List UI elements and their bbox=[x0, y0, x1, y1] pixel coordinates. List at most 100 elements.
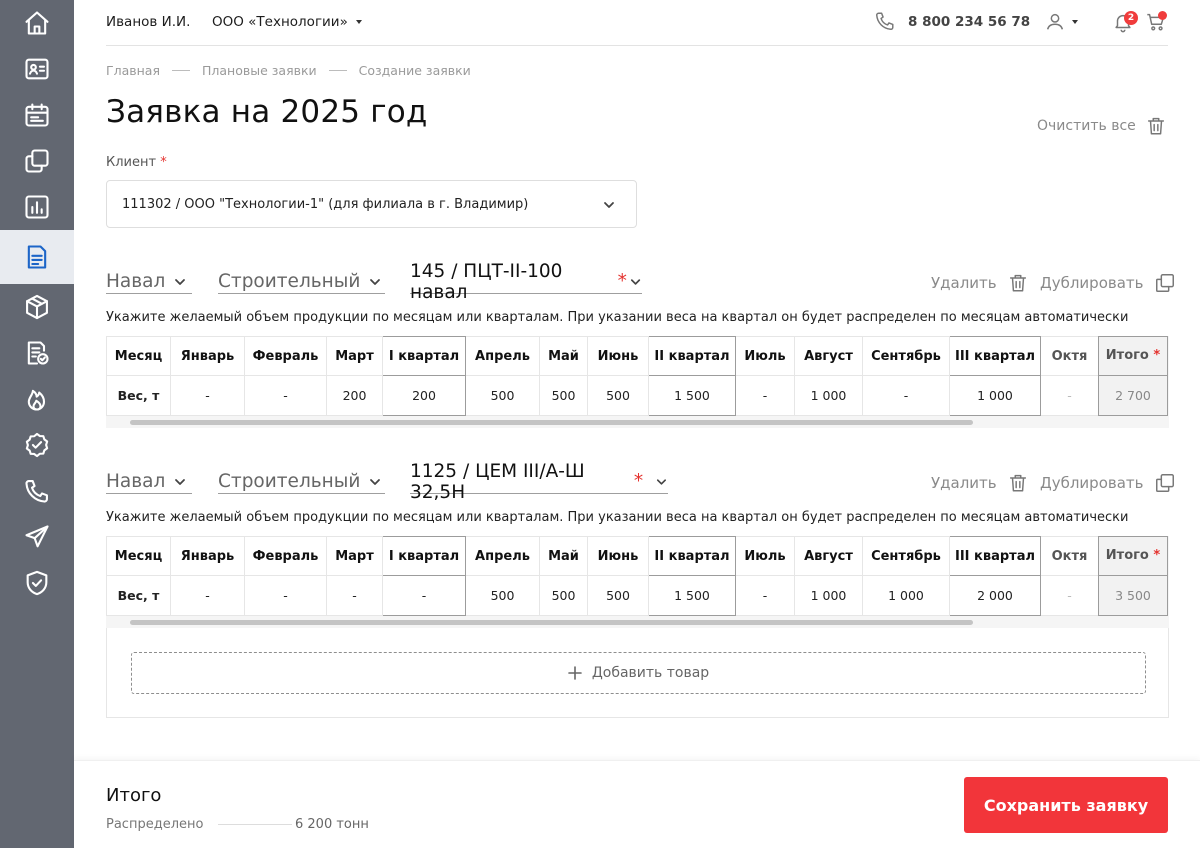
total-column: Итого * 2 700 bbox=[1098, 336, 1168, 416]
duplicate-product-button[interactable]: Дублировать bbox=[1040, 472, 1176, 494]
sidebar-item-home[interactable] bbox=[0, 0, 74, 46]
add-product-label: Добавить товар bbox=[591, 665, 710, 681]
month-value-input[interactable]: - bbox=[326, 575, 383, 616]
summary-footer: Итого Распределено 6 200 тонн Сохранить … bbox=[74, 760, 1200, 848]
sidebar-item-plans[interactable] bbox=[0, 230, 74, 284]
company-selector[interactable]: ООО «Технологии» bbox=[212, 14, 362, 30]
month-value-input[interactable]: - bbox=[170, 375, 245, 416]
home-icon bbox=[25, 11, 49, 35]
sidebar-item-quality[interactable] bbox=[0, 422, 74, 468]
plus-icon bbox=[568, 666, 582, 680]
month-value-input[interactable]: 1 000 bbox=[794, 375, 863, 416]
flame-icon bbox=[27, 389, 46, 411]
badge-check-icon bbox=[25, 432, 49, 458]
cart-indicator bbox=[1158, 11, 1167, 20]
quarter-value-input[interactable]: 1 000 bbox=[949, 375, 1041, 416]
chevron-down-icon bbox=[370, 278, 381, 285]
column-header: Январь bbox=[170, 536, 245, 576]
month-value-input[interactable]: 1 000 bbox=[862, 575, 950, 616]
product-select[interactable]: 145 / ПЦТ-II-100 навал * bbox=[410, 261, 642, 303]
breadcrumb-plans[interactable]: Плановые заявки bbox=[202, 63, 317, 78]
product-select[interactable]: 1125 / ЦЕМ III/А-Ш 32,5Н * bbox=[410, 461, 668, 503]
month-value-input[interactable]: 500 bbox=[465, 575, 540, 616]
duplicate-product-button[interactable]: Дублировать bbox=[1040, 272, 1176, 294]
column-header: III квартал bbox=[949, 336, 1041, 376]
category-select[interactable]: Строительный bbox=[218, 270, 385, 294]
clear-all-label: Очистить все bbox=[1037, 118, 1136, 134]
caret-down-icon[interactable] bbox=[1072, 20, 1078, 24]
shipment-type-select[interactable]: Навал bbox=[106, 270, 192, 294]
client-label: Клиент * bbox=[106, 155, 167, 170]
sidebar-item-messages[interactable] bbox=[0, 514, 74, 560]
month-value-input[interactable]: - bbox=[735, 575, 795, 616]
required-mark: * bbox=[160, 155, 167, 170]
month-value-input[interactable]: - bbox=[735, 375, 795, 416]
quarter-value-input[interactable]: - bbox=[382, 575, 466, 616]
user-name: Иванов И.И. bbox=[106, 14, 191, 30]
quarter-value-input[interactable]: 2 000 bbox=[949, 575, 1041, 616]
column-header: Март bbox=[326, 536, 383, 576]
quarter-value-input[interactable]: 200 bbox=[382, 375, 466, 416]
column-header: Сентябрь bbox=[862, 536, 950, 576]
distributed-value: 6 200 тонн bbox=[295, 817, 369, 832]
sidebar-item-approvals[interactable] bbox=[0, 330, 74, 376]
breadcrumb-separator bbox=[328, 70, 347, 71]
month-value-input[interactable]: 500 bbox=[587, 575, 649, 616]
column-header: Месяц bbox=[106, 536, 171, 576]
column-header: Апрель bbox=[465, 336, 540, 376]
month-value-input[interactable]: 1 000 bbox=[794, 575, 863, 616]
month-value-input[interactable]: 500 bbox=[539, 575, 588, 616]
calendar-icon bbox=[25, 103, 49, 127]
column-header: Июль bbox=[735, 536, 795, 576]
month-value-input[interactable]: 200 bbox=[326, 375, 383, 416]
column-header: Апрель bbox=[465, 536, 540, 576]
copy-icon bbox=[25, 149, 49, 173]
add-product-button[interactable]: Добавить товар bbox=[131, 652, 1146, 694]
month-value-input[interactable]: 500 bbox=[539, 375, 588, 416]
column-header: Месяц bbox=[106, 336, 171, 376]
breadcrumb-home[interactable]: Главная bbox=[106, 63, 160, 78]
column-header: Февраль bbox=[244, 536, 327, 576]
month-value-input[interactable]: - bbox=[862, 375, 950, 416]
support-phone[interactable]: 8 800 234 56 78 bbox=[908, 14, 1030, 30]
quarter-value-input[interactable]: 1 500 bbox=[648, 375, 736, 416]
sidebar-item-documents[interactable] bbox=[0, 138, 74, 184]
sidebar-item-hot[interactable] bbox=[0, 376, 74, 422]
clear-all-button[interactable]: Очистить все bbox=[1037, 115, 1167, 137]
client-select[interactable]: 111302 / ООО "Технологии-1" (для филиала… bbox=[106, 180, 637, 228]
sidebar-item-reports[interactable] bbox=[0, 184, 74, 230]
horizontal-scrollbar[interactable] bbox=[130, 620, 973, 625]
month-value-input[interactable]: 500 bbox=[465, 375, 540, 416]
document-list-icon bbox=[27, 245, 47, 269]
column-header: Май bbox=[539, 336, 588, 376]
month-value-input[interactable]: - bbox=[1040, 575, 1099, 616]
footer-title: Итого bbox=[106, 785, 162, 806]
month-value-input[interactable]: - bbox=[244, 375, 327, 416]
month-value-input[interactable]: - bbox=[170, 575, 245, 616]
sidebar-item-products[interactable] bbox=[0, 284, 74, 330]
sidebar-item-contacts[interactable] bbox=[0, 46, 74, 92]
volume-hint: Укажите желаемый объем продукции по меся… bbox=[106, 510, 1129, 525]
total-header: Итого * bbox=[1099, 337, 1167, 376]
sidebar-item-calls[interactable] bbox=[0, 468, 74, 514]
quarter-value-input[interactable]: 1 500 bbox=[648, 575, 736, 616]
page-title: Заявка на 2025 год bbox=[106, 94, 428, 130]
user-profile-icon[interactable] bbox=[1044, 11, 1066, 33]
sidebar-item-calendar[interactable] bbox=[0, 92, 74, 138]
month-value-input[interactable]: - bbox=[1040, 375, 1099, 416]
sidebar bbox=[0, 0, 74, 848]
delete-product-button[interactable]: Удалить bbox=[931, 272, 1029, 294]
breadcrumb-separator bbox=[172, 70, 190, 71]
horizontal-scrollbar[interactable] bbox=[130, 420, 973, 425]
phone-icon[interactable] bbox=[874, 10, 896, 32]
delete-product-button[interactable]: Удалить bbox=[931, 472, 1029, 494]
column-header: II квартал bbox=[648, 536, 736, 576]
category-select[interactable]: Строительный bbox=[218, 470, 385, 494]
save-request-button[interactable]: Сохранить заявку bbox=[964, 777, 1168, 833]
row-label: Вес, т bbox=[106, 375, 171, 416]
column-header: Июнь bbox=[587, 336, 649, 376]
shipment-type-select[interactable]: Навал bbox=[106, 470, 192, 494]
sidebar-item-security[interactable] bbox=[0, 560, 74, 606]
month-value-input[interactable]: - bbox=[244, 575, 327, 616]
month-value-input[interactable]: 500 bbox=[587, 375, 649, 416]
